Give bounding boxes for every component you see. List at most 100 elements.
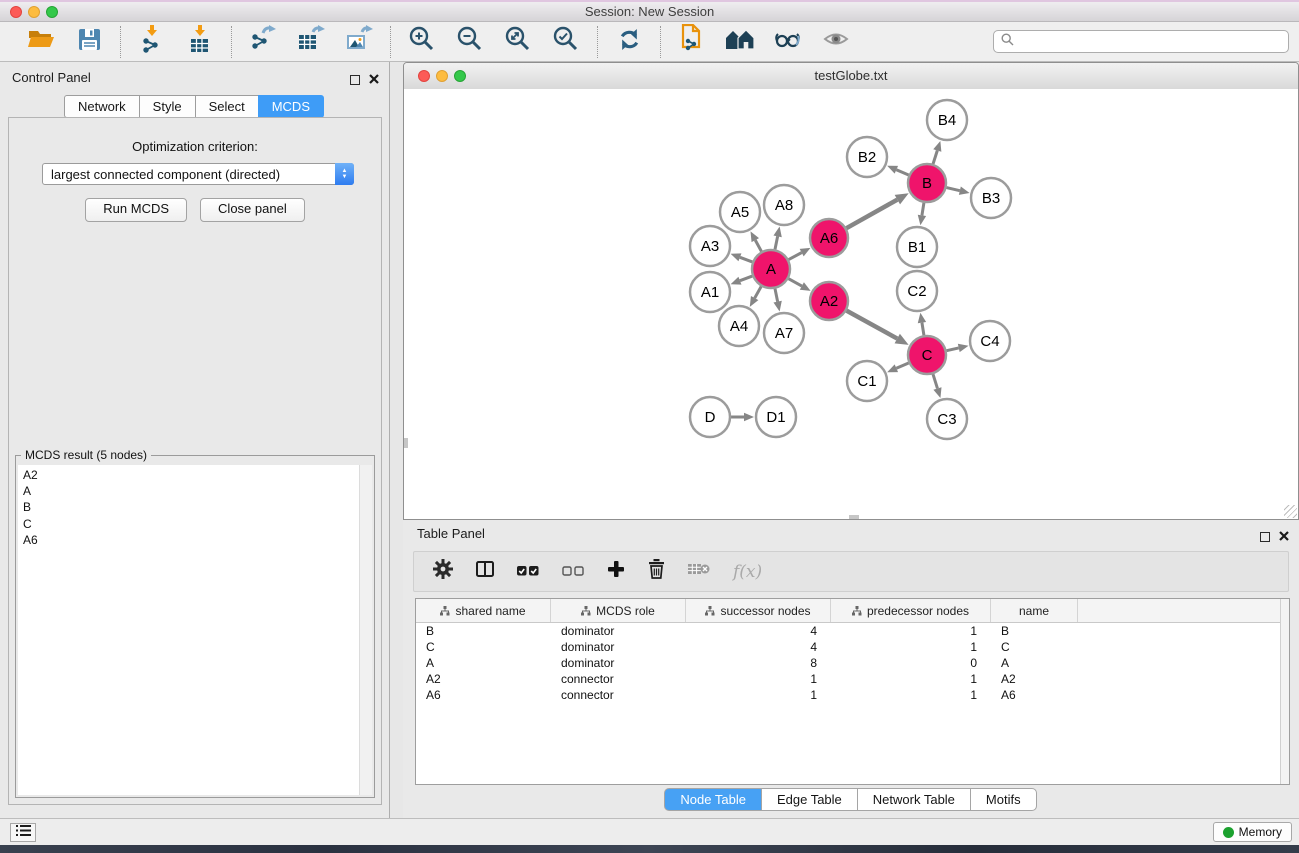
graph-node-B4[interactable]: B4 — [927, 100, 967, 140]
table-cell[interactable]: 1 — [831, 640, 991, 654]
unselect-all-columns-button[interactable] — [562, 563, 584, 581]
tab-network[interactable]: Network — [64, 95, 140, 118]
graph-node-C2[interactable]: C2 — [897, 271, 937, 311]
graph-edge-C-C4[interactable] — [947, 344, 969, 352]
table-cell[interactable]: A6 — [991, 688, 1078, 702]
graph-node-C1[interactable]: C1 — [847, 361, 887, 401]
tab-style[interactable]: Style — [139, 95, 196, 118]
table-cell[interactable]: connector — [551, 688, 686, 702]
table-row-A2[interactable]: A2connector11A2 — [416, 671, 1289, 687]
table-cell[interactable]: A — [416, 656, 551, 670]
graph-node-A4[interactable]: A4 — [719, 306, 759, 346]
result-list-scrollbar[interactable] — [359, 465, 372, 795]
graph-node-D[interactable]: D — [690, 397, 730, 437]
graph-node-A2[interactable]: A2 — [810, 282, 848, 320]
export-image-button[interactable] — [343, 26, 375, 58]
network-zoom-button[interactable] — [454, 70, 466, 82]
graph-node-A1[interactable]: A1 — [690, 272, 730, 312]
open-session-button[interactable] — [25, 26, 57, 58]
import-table-button[interactable] — [184, 26, 216, 58]
table-scrollbar[interactable] — [1280, 599, 1289, 784]
task-history-button[interactable] — [10, 823, 36, 842]
graph-node-A8[interactable]: A8 — [764, 185, 804, 225]
table-cell[interactable]: A — [991, 656, 1078, 670]
graph-edge-A6-B[interactable] — [846, 193, 908, 228]
table-settings-button[interactable] — [433, 559, 453, 584]
export-network-button[interactable] — [247, 26, 279, 58]
search-input[interactable] — [1019, 33, 1288, 50]
export-table-button[interactable] — [295, 26, 327, 58]
table-cell[interactable]: 1 — [686, 672, 831, 686]
graph-node-A3[interactable]: A3 — [690, 226, 730, 266]
search-field[interactable] — [993, 30, 1289, 53]
graph-edge-A-A5[interactable] — [751, 231, 762, 251]
table-row-B[interactable]: Bdominator41B — [416, 623, 1289, 639]
function-builder-button[interactable]: f(x) — [733, 562, 762, 582]
graph-edge-B-B1[interactable] — [918, 203, 926, 226]
import-network-button[interactable] — [136, 26, 168, 58]
create-column-button[interactable] — [607, 560, 625, 583]
table-cell[interactable]: 4 — [686, 624, 831, 638]
column-header-MCDS-role[interactable]: MCDS role — [551, 599, 686, 622]
clone-network-button[interactable] — [676, 26, 708, 58]
network-graph[interactable]: B4B2BB3A8A5A6A3B1AC2A1A2A4A7C4CC1C3DD1 — [404, 89, 1298, 519]
delete-table-button[interactable] — [688, 562, 710, 581]
result-item-A2[interactable]: A2 — [23, 467, 372, 483]
graph-edge-B-B4[interactable] — [933, 141, 941, 164]
table-cell[interactable]: dominator — [551, 640, 686, 654]
zoom-in-button[interactable] — [406, 26, 438, 58]
network-close-button[interactable] — [418, 70, 430, 82]
show-graphics-details-button[interactable] — [820, 26, 852, 58]
select-all-columns-button[interactable] — [517, 563, 539, 581]
graph-node-B[interactable]: B — [908, 164, 946, 202]
network-window-titlebar[interactable]: testGlobe.txt — [404, 63, 1298, 90]
home-button[interactable] — [724, 26, 756, 58]
table-cell[interactable]: C — [991, 640, 1078, 654]
graph-node-C3[interactable]: C3 — [927, 399, 967, 439]
graph-node-D1[interactable]: D1 — [756, 397, 796, 437]
zoom-window-button[interactable] — [46, 6, 58, 18]
tab-motifs[interactable]: Motifs — [970, 788, 1037, 811]
table-cell[interactable]: B — [416, 624, 551, 638]
tab-network-table[interactable]: Network Table — [857, 788, 971, 811]
table-cell[interactable]: 1 — [831, 624, 991, 638]
graph-edge-A-A6[interactable] — [789, 248, 811, 260]
float-panel-icon[interactable] — [350, 75, 360, 85]
graph-edge-A-A3[interactable] — [731, 253, 753, 262]
table-close-panel-icon[interactable] — [1279, 528, 1289, 546]
zoom-out-button[interactable] — [454, 26, 486, 58]
table-cell[interactable]: dominator — [551, 656, 686, 670]
save-session-button[interactable] — [73, 26, 105, 58]
graph-edge-A-A2[interactable] — [789, 279, 811, 291]
graph-edge-A2-C[interactable] — [847, 311, 909, 345]
table-cell[interactable]: 1 — [831, 672, 991, 686]
graph-edge-B-B3[interactable] — [946, 187, 969, 195]
graph-node-A7[interactable]: A7 — [764, 313, 804, 353]
graph-edge-A-A8[interactable] — [773, 227, 781, 250]
delete-column-button[interactable] — [648, 559, 665, 584]
tab-node-table[interactable]: Node Table — [664, 788, 762, 811]
apply-layout-button[interactable] — [613, 26, 645, 58]
network-minimize-button[interactable] — [436, 70, 448, 82]
show-hide-panels-button[interactable] — [772, 26, 804, 58]
graph-edge-C-C3[interactable] — [933, 374, 942, 398]
graph-edge-A-A1[interactable] — [731, 276, 753, 285]
minimize-window-button[interactable] — [28, 6, 40, 18]
table-cell[interactable]: 1 — [686, 688, 831, 702]
criterion-dropdown[interactable]: largest connected component (directed) ▲… — [42, 163, 354, 185]
graph-edge-C-C2[interactable] — [918, 313, 926, 336]
table-cell[interactable]: 0 — [831, 656, 991, 670]
result-item-A6[interactable]: A6 — [23, 532, 372, 548]
result-item-A[interactable]: A — [23, 483, 372, 499]
table-row-A[interactable]: Adominator80A — [416, 655, 1289, 671]
column-header-successor-nodes[interactable]: successor nodes — [686, 599, 831, 622]
graph-node-B2[interactable]: B2 — [847, 137, 887, 177]
close-panel-button[interactable]: Close panel — [200, 198, 305, 222]
table-cell[interactable]: C — [416, 640, 551, 654]
result-item-C[interactable]: C — [23, 516, 372, 532]
graph-node-A[interactable]: A — [752, 250, 790, 288]
table-cell[interactable]: dominator — [551, 624, 686, 638]
tab-edge-table[interactable]: Edge Table — [761, 788, 858, 811]
table-cell[interactable]: connector — [551, 672, 686, 686]
table-cell[interactable]: 1 — [831, 688, 991, 702]
